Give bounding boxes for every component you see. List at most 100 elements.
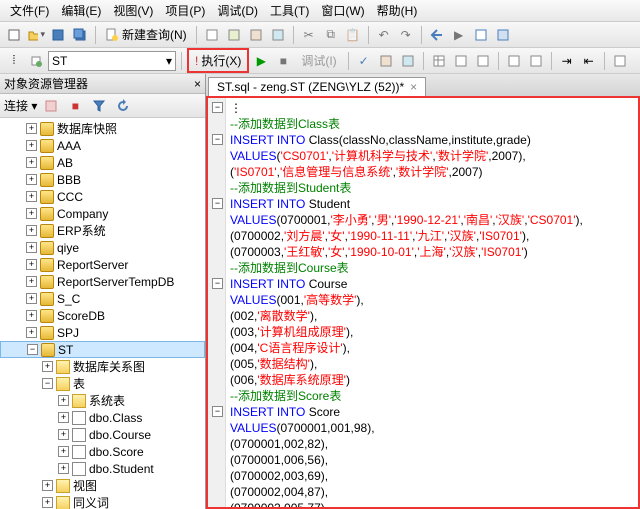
indent-icon[interactable]: ⇥ [557,51,577,71]
nav-icon[interactable] [427,25,447,45]
tree-node[interactable]: +qiye [0,239,205,256]
expand-icon[interactable]: + [26,310,37,321]
tree-node[interactable]: +数据库快照 [0,120,205,137]
save-icon[interactable] [48,25,68,45]
tree-node[interactable]: +dbo.Student [0,460,205,477]
code-line[interactable]: VALUES(001,'高等数学'), [230,292,638,308]
parse-icon[interactable]: ✓ [354,51,374,71]
tree-node[interactable]: +dbo.Score [0,443,205,460]
code-line[interactable]: --添加数据到Class表 [230,116,638,132]
tree-node[interactable]: +dbo.Course [0,426,205,443]
tool-icon[interactable] [202,25,222,45]
code-line[interactable]: ⋮ [230,100,638,116]
tree-node[interactable]: +BBB [0,171,205,188]
tree-node[interactable]: −表 [0,375,205,392]
paste-icon[interactable]: 📋 [343,25,363,45]
tree-node[interactable]: +视图 [0,477,205,494]
tree-node[interactable]: +ScoreDB [0,307,205,324]
code-line[interactable]: (002,'离散数学'), [230,308,638,324]
expand-icon[interactable]: + [26,191,37,202]
fold-icon[interactable]: − [212,102,223,113]
tree-node[interactable]: +AB [0,154,205,171]
redo-icon[interactable]: ↷ [396,25,416,45]
open-icon[interactable] [26,25,46,45]
tree-node[interactable]: −ST [0,341,205,358]
expand-icon[interactable]: + [26,242,37,253]
results-grid-icon[interactable] [429,51,449,71]
new-query-button[interactable]: 新建查询(N) [101,25,191,44]
menu-view[interactable]: 视图(V) [107,0,159,21]
code-line[interactable]: --添加数据到Course表 [230,260,638,276]
code-line[interactable]: INSERT INTO Class(classNo,className,inst… [230,132,638,148]
fold-icon[interactable]: − [212,278,223,289]
code-line[interactable]: (0700002,003,69), [230,468,638,484]
code-line[interactable]: (004,'C语言程序设计'), [230,340,638,356]
code-line[interactable]: INSERT INTO Student [230,196,638,212]
stop-icon[interactable]: ■ [65,96,85,116]
filter-icon[interactable] [89,96,109,116]
expand-icon[interactable]: + [26,174,37,185]
code-line[interactable]: (0700001,006,56), [230,452,638,468]
code-line[interactable]: (0700002,'刘方晨','女','1990-11-11','九江','汉族… [230,228,638,244]
refresh-icon[interactable] [113,96,133,116]
expand-icon[interactable]: + [42,497,53,508]
code-line[interactable]: ('IS0701','信息管理与信息系统','数计学院',2007) [230,164,638,180]
fold-icon[interactable]: − [212,198,223,209]
menu-project[interactable]: 项目(P) [159,0,211,21]
expand-icon[interactable]: + [58,446,69,457]
code-line[interactable]: (003,'计算机组成原理'), [230,324,638,340]
toggle-icon[interactable]: ⦙ [4,51,24,71]
copy-icon[interactable]: ⧉ [321,25,341,45]
outdent-icon[interactable]: ⇤ [579,51,599,71]
tree-node[interactable]: +S_C [0,290,205,307]
tree-node[interactable]: +SPJ [0,324,205,341]
tree-node[interactable]: +同义词 [0,494,205,509]
stop-icon[interactable]: ■ [273,51,293,71]
database-combo[interactable]: ST ▾ [48,51,176,71]
new-project-icon[interactable] [4,25,24,45]
code-line[interactable]: (0700002,005,77), [230,500,638,509]
expand-icon[interactable]: + [26,208,37,219]
comment-icon[interactable] [504,51,524,71]
code-line[interactable]: VALUES(0700001,001,98), [230,420,638,436]
results-file-icon[interactable] [473,51,493,71]
undo-icon[interactable]: ↶ [374,25,394,45]
tree[interactable]: +数据库快照+AAA+AB+BBB+CCC+Company+ERP系统+qiye… [0,118,205,509]
code-line[interactable]: (0700001,002,82), [230,436,638,452]
expand-icon[interactable]: + [26,140,37,151]
code-line[interactable]: INSERT INTO Course [230,276,638,292]
fold-icon[interactable]: − [212,406,223,417]
menu-edit[interactable]: 编辑(E) [55,0,107,21]
change-connection-icon[interactable] [26,51,46,71]
tree-node[interactable]: +AAA [0,137,205,154]
expand-icon[interactable]: + [58,463,69,474]
expand-icon[interactable]: + [42,361,53,372]
nav-icon[interactable] [471,25,491,45]
expand-icon[interactable]: + [58,412,69,423]
code-line[interactable]: (006,'数据库系统原理') [230,372,638,388]
code-line[interactable]: INSERT INTO Score [230,404,638,420]
code-line[interactable]: --添加数据到Student表 [230,180,638,196]
code-line[interactable]: --添加数据到Score表 [230,388,638,404]
expand-icon[interactable]: + [26,157,37,168]
expand-icon[interactable]: + [26,276,37,287]
code-line[interactable]: VALUES('CS0701','计算机科学与技术','数计学院',2007), [230,148,638,164]
code-line[interactable]: (005,'数据结构'), [230,356,638,372]
expand-icon[interactable]: + [26,327,37,338]
menu-help[interactable]: 帮助(H) [371,0,424,21]
expand-icon[interactable]: + [26,293,37,304]
tab-active[interactable]: ST.sql - zeng.ST (ZENG\YLZ (52))* × [208,77,426,96]
code-line[interactable]: VALUES(0700001,'李小勇','男','1990-12-21','南… [230,212,638,228]
connect-dropdown[interactable]: 连接 ▾ [4,97,37,114]
tool-icon[interactable] [376,51,396,71]
results-text-icon[interactable] [451,51,471,71]
menu-window[interactable]: 窗口(W) [315,0,370,21]
menu-tools[interactable]: 工具(T) [264,0,315,21]
tree-node[interactable]: +CCC [0,188,205,205]
close-icon[interactable]: × [410,80,417,94]
tool-icon[interactable] [224,25,244,45]
tree-node[interactable]: +系统表 [0,392,205,409]
fold-icon[interactable]: − [212,134,223,145]
tool-icon[interactable] [398,51,418,71]
nav-icon[interactable] [493,25,513,45]
